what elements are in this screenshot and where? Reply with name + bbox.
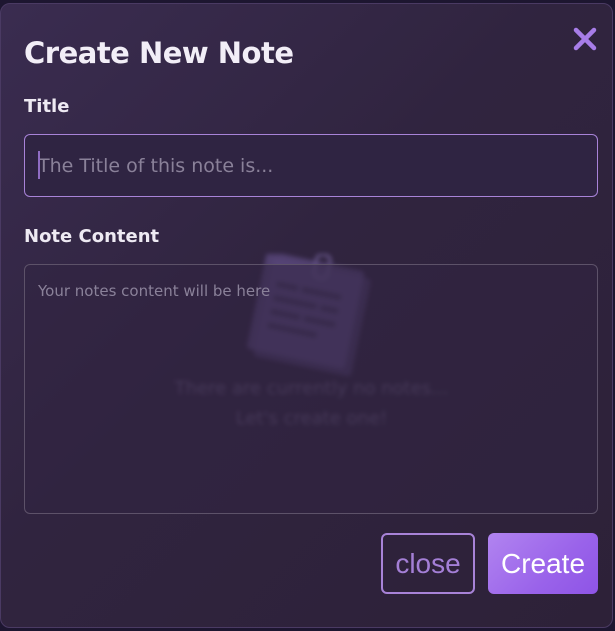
title-label: Title [24, 96, 70, 117]
create-note-modal: There are currently no notes... Let's cr… [0, 3, 613, 628]
note-content-label: Note Content [24, 226, 160, 247]
modal-title: Create New Note [24, 36, 294, 70]
create-button[interactable]: Create [488, 533, 598, 594]
close-x-icon[interactable] [572, 26, 598, 52]
close-button[interactable]: close [381, 533, 475, 594]
text-caret [38, 151, 40, 179]
note-content-textarea[interactable] [24, 264, 598, 514]
title-input[interactable] [24, 134, 598, 197]
